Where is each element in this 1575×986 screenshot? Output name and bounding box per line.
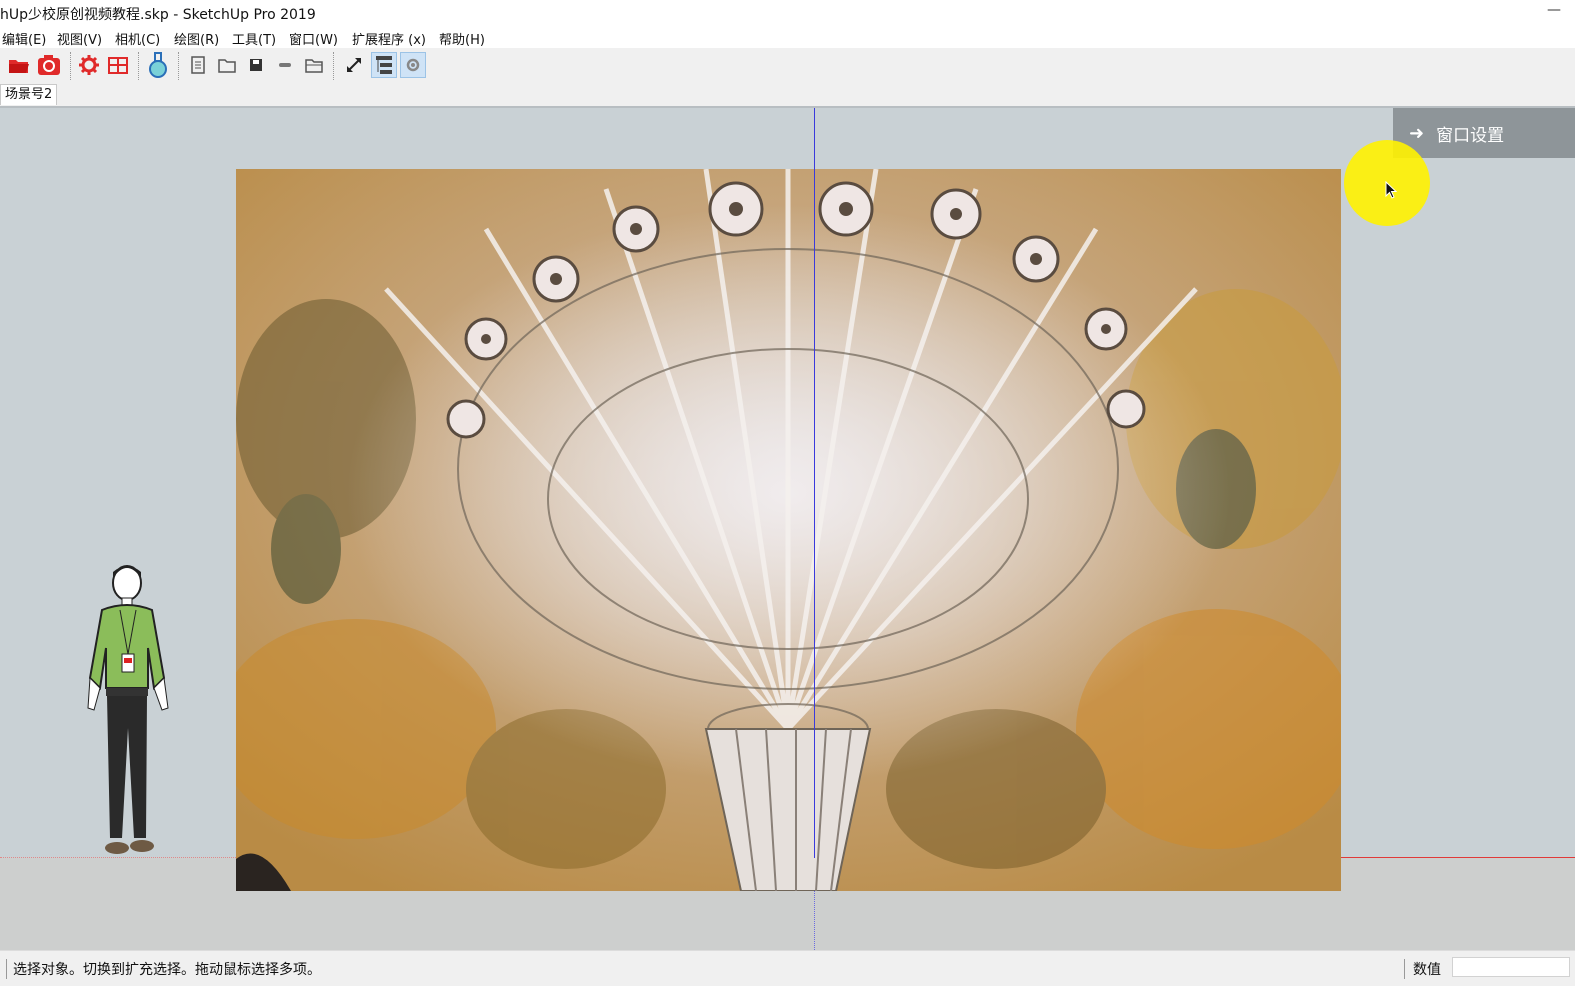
blue-axis <box>814 108 815 858</box>
person-figure[interactable] <box>80 558 190 862</box>
toolbar-separator <box>138 52 139 80</box>
folder-open-icon[interactable] <box>301 52 327 78</box>
menu-edit[interactable]: 编辑(E) <box>2 29 46 48</box>
grid-icon[interactable] <box>105 52 131 78</box>
menu-window[interactable]: 窗口(W) <box>289 29 338 48</box>
textured-image-panel[interactable] <box>236 169 1341 891</box>
title-bar: hUp少校原创视频教程.skp - SketchUp Pro 2019 — <box>0 0 1575 26</box>
scene-bar: 场景号2 <box>0 84 1575 108</box>
minimize-button[interactable]: — <box>1547 2 1561 18</box>
folder-icon[interactable] <box>214 52 240 78</box>
window-settings-label: 窗口设置 <box>1436 125 1505 146</box>
minus-icon[interactable] <box>272 52 298 78</box>
tab-scene-2[interactable]: 场景号2 <box>0 84 58 105</box>
toolbar <box>0 48 1575 85</box>
outliner-icon[interactable] <box>371 52 397 78</box>
status-message: 选择对象。切换到扩充选择。拖动鼠标选择多项。 <box>6 959 321 979</box>
ornate-ceiling-image <box>236 169 1341 891</box>
value-input[interactable] <box>1452 957 1570 977</box>
gear-settings-icon[interactable] <box>76 52 102 78</box>
status-bar: 选择对象。切换到扩充选择。拖动鼠标选择多项。 数值 <box>0 950 1575 986</box>
window-title: hUp少校原创视频教程.skp - SketchUp Pro 2019 <box>0 7 316 23</box>
menu-draw[interactable]: 绘图(R) <box>174 29 219 48</box>
resize-icon[interactable] <box>341 52 367 78</box>
arrow-right-icon: ➜ <box>1409 122 1425 144</box>
menu-tools[interactable]: 工具(T) <box>232 29 276 48</box>
menu-bar: 编辑(E) 视图(V) 相机(C) 绘图(R) 工具(T) 窗口(W) 扩展程序… <box>0 26 1575 48</box>
menu-camera[interactable]: 相机(C) <box>115 29 160 48</box>
value-label: 数值 <box>1404 959 1441 979</box>
menu-extensions[interactable]: 扩展程序 (x) <box>352 29 426 48</box>
mouse-pointer-icon <box>1385 181 1398 199</box>
camera-icon[interactable] <box>36 52 62 78</box>
viewport-3d[interactable]: ➜ 窗口设置 <box>0 108 1575 950</box>
window-settings-panel[interactable]: ➜ 窗口设置 <box>1393 108 1575 158</box>
toolbar-separator <box>70 52 71 80</box>
open-folder-icon[interactable] <box>6 52 32 78</box>
toolbar-separator <box>333 52 334 80</box>
cog-icon[interactable] <box>400 52 426 78</box>
menu-view[interactable]: 视图(V) <box>57 29 102 48</box>
flask-icon[interactable] <box>145 52 171 78</box>
save-icon[interactable] <box>243 52 269 78</box>
document-icon[interactable] <box>185 52 211 78</box>
toolbar-separator <box>178 52 179 80</box>
menu-help[interactable]: 帮助(H) <box>439 29 485 48</box>
